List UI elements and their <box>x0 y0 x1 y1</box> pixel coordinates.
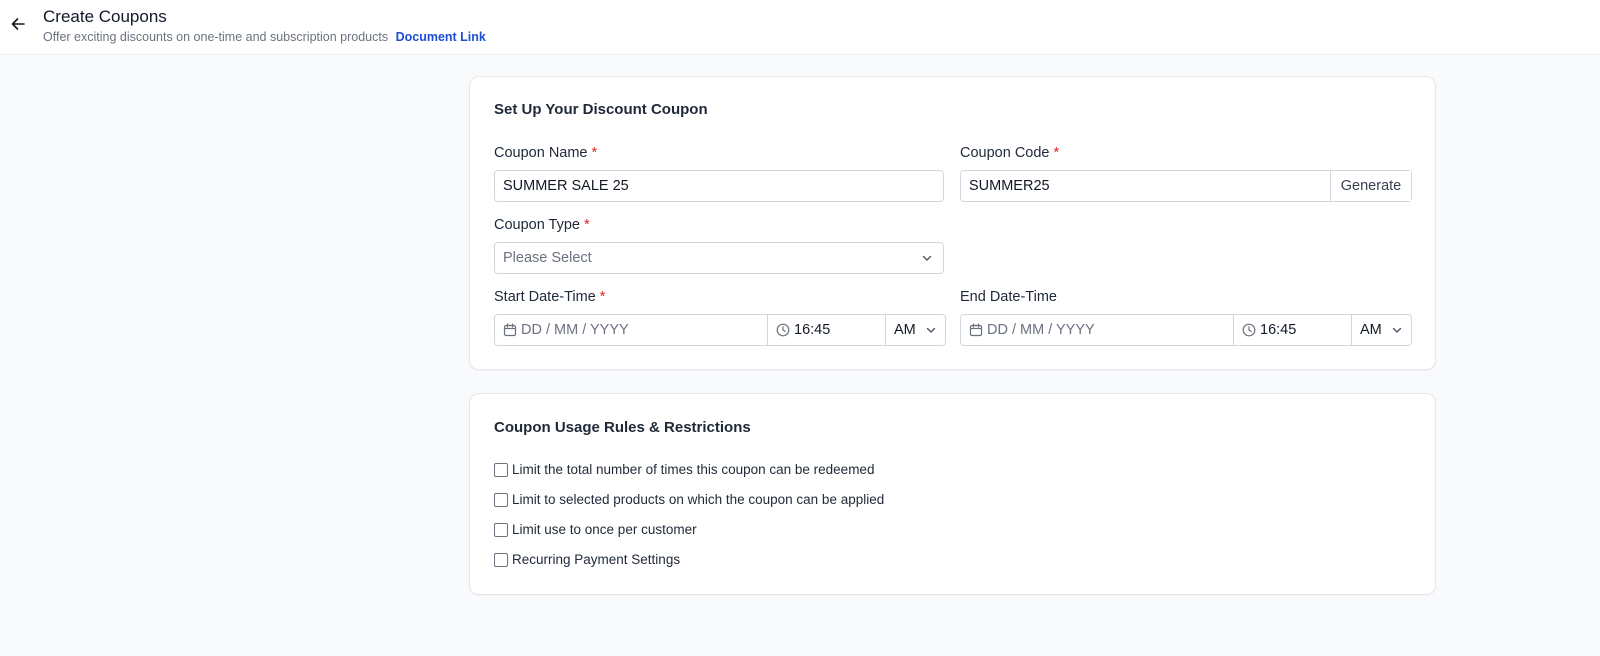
end-datetime-label-text: End Date-Time <box>960 289 1057 305</box>
coupon-code-label-text: Coupon Code <box>960 145 1050 161</box>
page-subtitle: Offer exciting discounts on one-time and… <box>43 30 486 44</box>
checkbox[interactable] <box>494 522 508 537</box>
required-marker: * <box>591 145 598 161</box>
coupon-type-label: Coupon Type * <box>494 217 590 233</box>
generate-button[interactable]: Generate <box>1331 171 1411 201</box>
back-button[interactable] <box>8 14 28 34</box>
chevron-down-icon <box>1392 327 1402 333</box>
start-meridiem-select[interactable]: AM <box>886 315 945 345</box>
coupon-name-label: Coupon Name * <box>494 145 597 161</box>
calendar-icon <box>503 323 517 337</box>
chevron-down-icon <box>926 327 936 333</box>
end-datetime-group: DD / MM / YYYY 16:45 AM <box>960 314 1412 346</box>
checkbox[interactable] <box>494 552 508 567</box>
rule-option-label: Limit use to once per customer <box>512 522 697 537</box>
end-date-input[interactable]: DD / MM / YYYY <box>961 315 1234 345</box>
coupon-code-label: Coupon Code * <box>960 145 1059 161</box>
start-datetime-group: DD / MM / YYYY 16:45 AM <box>494 314 946 346</box>
page-header: Create Coupons Offer exciting discounts … <box>0 0 1600 55</box>
chevron-down-icon <box>922 255 932 261</box>
rule-option-label: Limit to selected products on which the … <box>512 492 885 507</box>
coupon-type-select[interactable]: Please Select <box>494 242 944 274</box>
start-datetime-label-text: Start Date-Time <box>494 289 596 305</box>
end-date-placeholder: DD / MM / YYYY <box>987 322 1095 338</box>
setup-card-title: Set Up Your Discount Coupon <box>494 101 708 118</box>
rules-card: Coupon Usage Rules & Restrictions Limit … <box>469 393 1436 595</box>
coupon-name-label-text: Coupon Name <box>494 145 588 161</box>
start-datetime-label: Start Date-Time * <box>494 289 605 305</box>
rule-option-redeem-limit[interactable]: Limit the total number of times this cou… <box>494 462 874 477</box>
checkbox[interactable] <box>494 462 508 477</box>
end-datetime-label: End Date-Time <box>960 289 1057 305</box>
subtitle-text: Offer exciting discounts on one-time and… <box>43 30 389 44</box>
calendar-icon <box>969 323 983 337</box>
rule-option-label: Recurring Payment Settings <box>512 552 681 567</box>
checkbox[interactable] <box>494 492 508 507</box>
end-time-input[interactable]: 16:45 <box>1234 315 1352 345</box>
rule-option-product-limit[interactable]: Limit to selected products on which the … <box>494 492 884 507</box>
clock-icon <box>776 323 790 337</box>
document-link[interactable]: Document Link <box>396 30 486 44</box>
coupon-type-placeholder: Please Select <box>503 250 592 266</box>
end-time-value: 16:45 <box>1260 322 1297 338</box>
clock-icon <box>1242 323 1256 337</box>
end-meridiem-value: AM <box>1360 322 1382 338</box>
start-time-value: 16:45 <box>794 322 831 338</box>
required-marker: * <box>1053 145 1060 161</box>
arrow-left-icon <box>11 18 25 30</box>
coupon-type-label-text: Coupon Type <box>494 217 580 233</box>
rule-option-recurring-payment[interactable]: Recurring Payment Settings <box>494 552 680 567</box>
coupon-code-group: SUMMER25 Generate <box>960 170 1412 202</box>
coupon-code-input[interactable]: SUMMER25 <box>961 171 1331 201</box>
rule-option-label: Limit the total number of times this cou… <box>512 462 875 477</box>
rules-card-title: Coupon Usage Rules & Restrictions <box>494 419 751 436</box>
start-time-input[interactable]: 16:45 <box>768 315 886 345</box>
start-date-placeholder: DD / MM / YYYY <box>521 322 629 338</box>
start-meridiem-value: AM <box>894 322 916 338</box>
setup-card: Set Up Your Discount Coupon Coupon Name *… <box>469 76 1436 370</box>
page-title: Create Coupons <box>43 7 167 26</box>
required-marker: * <box>584 217 590 233</box>
start-date-input[interactable]: DD / MM / YYYY <box>495 315 768 345</box>
rule-option-once-per-customer[interactable]: Limit use to once per customer <box>494 522 697 537</box>
coupon-name-input[interactable]: SUMMER SALE 25 <box>494 170 944 202</box>
end-meridiem-select[interactable]: AM <box>1352 315 1411 345</box>
required-marker: * <box>599 289 606 305</box>
